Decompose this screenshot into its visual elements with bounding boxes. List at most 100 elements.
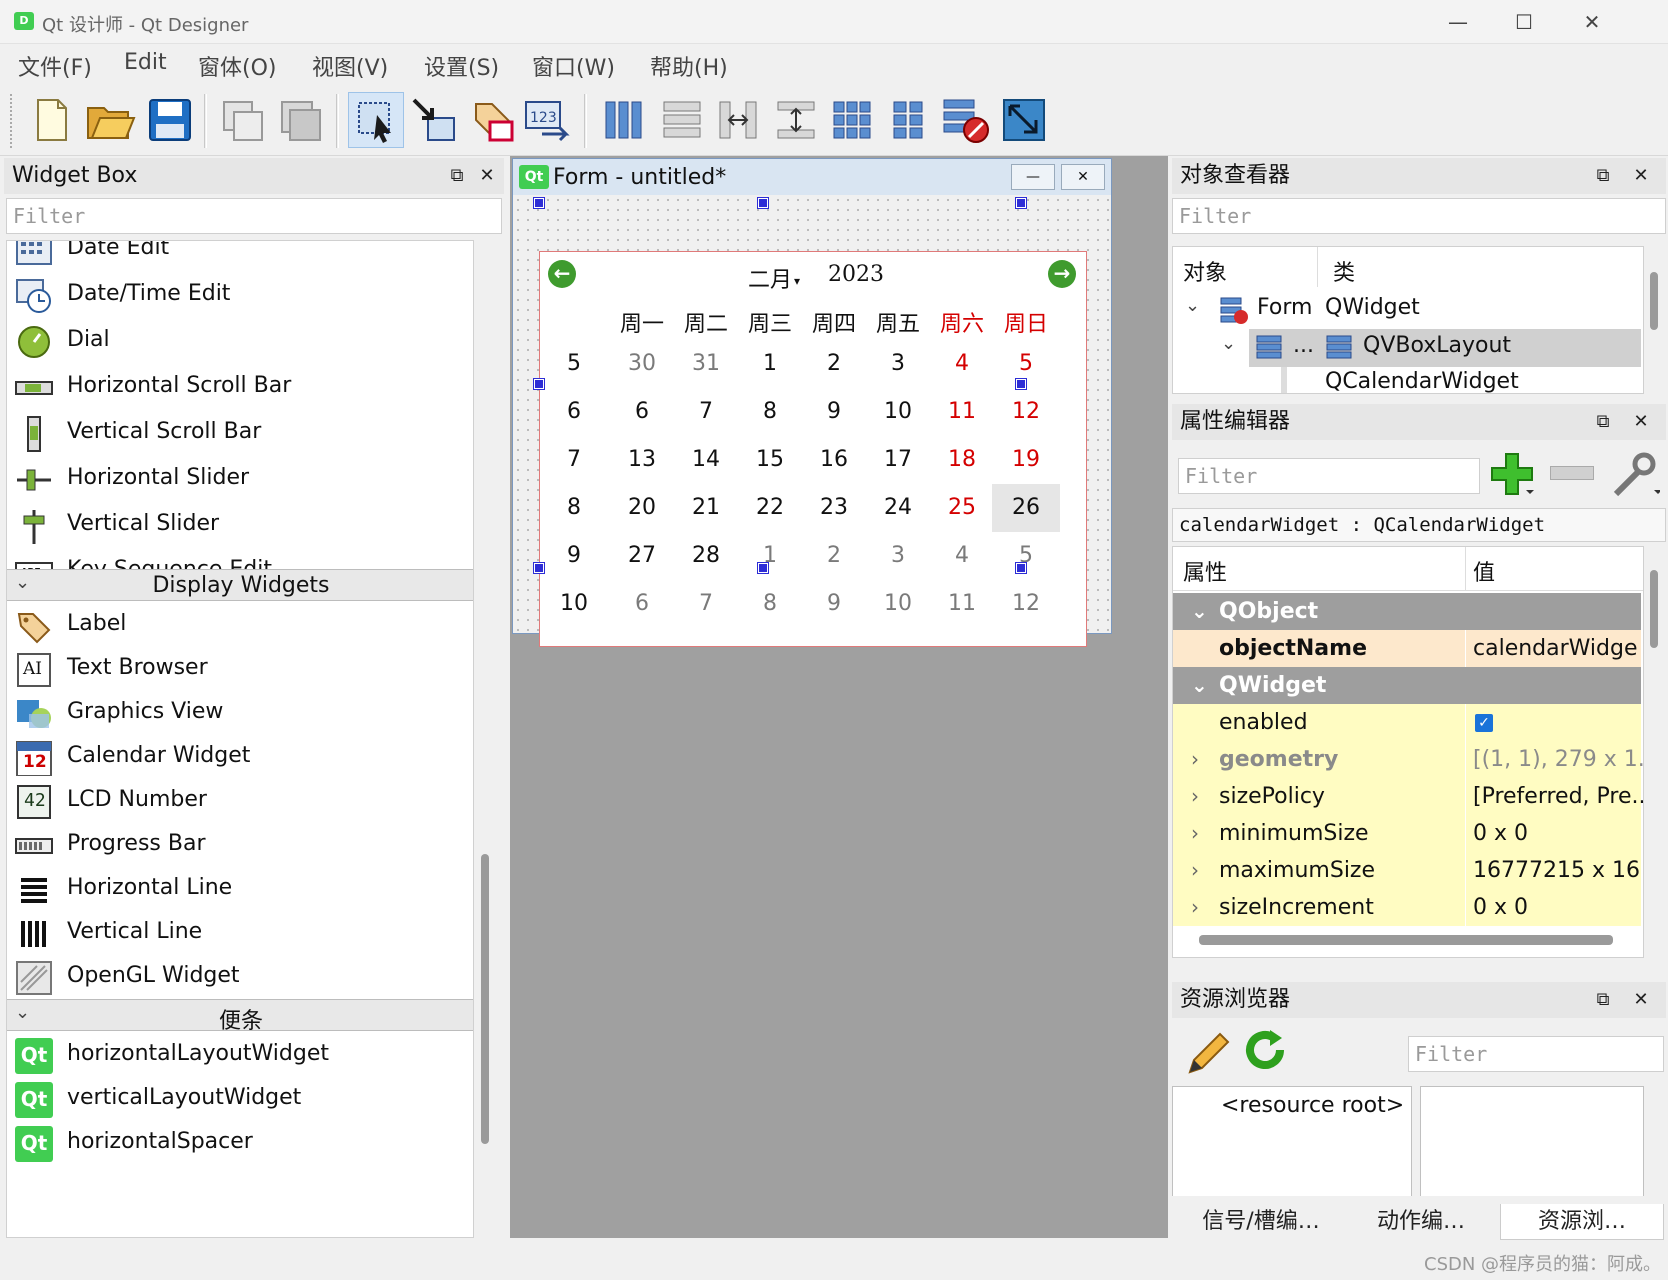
chevron-right-icon[interactable]: › [1191, 858, 1199, 882]
menu-edit[interactable]: Edit [124, 50, 167, 75]
property-row[interactable]: enabled ✓ [1173, 704, 1641, 742]
resize-handle[interactable] [1015, 378, 1027, 390]
calendar-day-cell[interactable]: 22 [736, 484, 804, 532]
calendar-day-cell[interactable]: 9 [800, 388, 868, 436]
calendar-day-cell[interactable]: 8 [736, 388, 804, 436]
float-icon[interactable]: ⧉ [446, 165, 468, 187]
calendar-day-cell-selected[interactable]: 26 [992, 484, 1060, 532]
calendar-day-cell[interactable]: 7 [672, 388, 740, 436]
layout-grid-icon[interactable] [824, 92, 880, 148]
widget-item-opengl-widget[interactable]: OpenGL Widget [7, 955, 473, 1001]
calendar-day-cell[interactable]: 3 [864, 532, 932, 580]
calendar-day-cell[interactable]: 5 [992, 340, 1060, 388]
calendar-day-cell[interactable]: 21 [672, 484, 740, 532]
calendar-day-cell[interactable]: 30 [608, 340, 676, 388]
widget-item-vscrollbar[interactable]: Vertical Scroll Bar [7, 411, 473, 457]
property-row[interactable]: ⌄ QWidget [1173, 667, 1641, 705]
calendar-day-cell[interactable]: 4 [928, 340, 996, 388]
form-close-button[interactable]: ✕ [1061, 164, 1105, 190]
calendar-day-cell[interactable]: 15 [736, 436, 804, 484]
tree-row-form[interactable]: ⌄ Form QWidget [1173, 289, 1641, 329]
paste-icon[interactable] [272, 92, 328, 148]
menu-help[interactable]: 帮助(H) [650, 50, 728, 82]
form-canvas[interactable]: ← → 二月 ▾ 2023 周一 周二 周三 周四 周五 周六 周日 5 30 31… [513, 195, 1111, 647]
property-value[interactable]: 0 x 0 [1473, 821, 1528, 846]
calendar-day-cell[interactable]: 18 [928, 436, 996, 484]
calendar-day-cell[interactable]: 10 [864, 388, 932, 436]
enabled-checkbox[interactable]: ✓ [1475, 714, 1493, 732]
year-spinner[interactable]: 2023 [828, 262, 884, 287]
property-row[interactable]: › sizeIncrement 0 x 0 [1173, 889, 1641, 927]
tab-signal-slot-editor[interactable]: 信号/槽编… [1180, 1204, 1342, 1240]
calendar-day-cell[interactable]: 25 [928, 484, 996, 532]
chevron-down-icon[interactable]: ⌄ [1191, 673, 1208, 697]
chevron-down-icon[interactable]: ⌄ [1185, 295, 1200, 316]
calendar-day-cell[interactable]: 9 [800, 580, 868, 628]
calendar-day-cell[interactable]: 6 [608, 388, 676, 436]
property-editor-filter[interactable]: Filter [1178, 458, 1480, 494]
widget-item-hslider[interactable]: Horizontal Slider [7, 457, 473, 503]
property-table-scrollbar[interactable] [1650, 570, 1658, 648]
layout-form-icon[interactable] [880, 92, 936, 148]
minimize-button[interactable]: — [1428, 6, 1488, 38]
resize-handle[interactable] [533, 562, 545, 574]
chevron-down-icon[interactable]: ⌄ [1221, 333, 1236, 354]
chevron-right-icon[interactable]: › [1191, 784, 1199, 808]
resize-handle[interactable] [1015, 197, 1027, 209]
resize-handle[interactable] [533, 197, 545, 209]
break-layout-icon[interactable] [938, 92, 994, 148]
menu-window[interactable]: 窗口(W) [532, 50, 615, 82]
property-value[interactable]: 16777215 x 16 [1473, 858, 1640, 883]
calendar-day-cell[interactable]: 5 [992, 532, 1060, 580]
layout-horizontal-icon[interactable] [596, 92, 652, 148]
object-tree-scrollbar[interactable] [1650, 272, 1658, 330]
save-disk-icon[interactable] [142, 92, 198, 148]
category-display-widgets[interactable]: ⌄ Display Widgets [7, 569, 473, 601]
float-icon[interactable]: ⧉ [1592, 165, 1614, 187]
object-inspector-filter[interactable]: Filter [1172, 198, 1666, 234]
menu-settings[interactable]: 设置(S) [424, 50, 499, 82]
resource-root-item[interactable]: <resource root> [1221, 1093, 1404, 1118]
property-row[interactable]: › geometry [(1, 1), 279 x 1.. [1173, 741, 1643, 779]
close-icon[interactable]: ✕ [1630, 411, 1652, 433]
widget-item-graphics-view[interactable]: Graphics View [7, 691, 473, 737]
widget-item-progress-bar[interactable]: Progress Bar [7, 823, 473, 869]
widget-item-dial[interactable]: Dial [7, 319, 473, 365]
property-row[interactable]: › sizePolicy [Preferred, Pre.. [1173, 778, 1643, 816]
widget-item-vertical-layout-widget[interactable]: Qt verticalLayoutWidget [7, 1077, 473, 1123]
calendar-day-cell[interactable]: 6 [608, 580, 676, 628]
property-row[interactable]: ⌄ QObject [1173, 593, 1641, 631]
widget-item-vslider[interactable]: Vertical Slider [7, 503, 473, 549]
resize-handle[interactable] [1015, 562, 1027, 574]
property-row[interactable]: › minimumSize 0 x 0 [1173, 815, 1641, 853]
tab-action-editor[interactable]: 动作编… [1346, 1204, 1496, 1240]
edit-buddies-icon[interactable] [462, 92, 518, 148]
open-folder-icon[interactable] [82, 92, 138, 148]
chevron-right-icon[interactable]: › [1191, 747, 1199, 771]
column-header-value[interactable]: 值 [1473, 555, 1495, 587]
calendar-day-cell[interactable]: 1 [736, 532, 804, 580]
form-minimize-button[interactable]: — [1011, 164, 1055, 190]
calendar-day-cell[interactable]: 14 [672, 436, 740, 484]
property-row[interactable]: › maximumSize 16777215 x 16 [1173, 852, 1641, 890]
tree-class-name[interactable]: QCalendarWidget [1325, 369, 1519, 393]
property-table-hscrollbar[interactable] [1199, 935, 1613, 945]
maximize-button[interactable]: ☐ [1494, 6, 1554, 38]
widget-item-lcd-number[interactable]: 42 LCD Number [7, 779, 473, 825]
calendar-day-cell[interactable]: 12 [992, 580, 1060, 628]
layout-horizontal-splitter-icon[interactable] [710, 92, 766, 148]
float-icon[interactable]: ⧉ [1592, 989, 1614, 1011]
widget-box-filter[interactable]: Filter [6, 198, 502, 234]
column-header-property[interactable]: 属性 [1183, 555, 1227, 587]
toolbar-grip[interactable] [10, 94, 14, 148]
category-scratchpad[interactable]: ⌄ 便条 [7, 999, 473, 1034]
adjust-size-icon[interactable] [996, 92, 1052, 148]
copy-icon[interactable] [214, 92, 270, 148]
chevron-right-icon[interactable]: › [1191, 821, 1199, 845]
calendar-day-cell[interactable]: 24 [864, 484, 932, 532]
calendar-day-cell[interactable]: 3 [864, 340, 932, 388]
calendar-day-cell[interactable]: 12 [992, 388, 1060, 436]
widget-box-scrollbar[interactable] [481, 854, 489, 1144]
tab-resource-browser[interactable]: 资源浏… [1500, 1204, 1664, 1240]
edit-widgets-icon[interactable] [348, 92, 404, 148]
